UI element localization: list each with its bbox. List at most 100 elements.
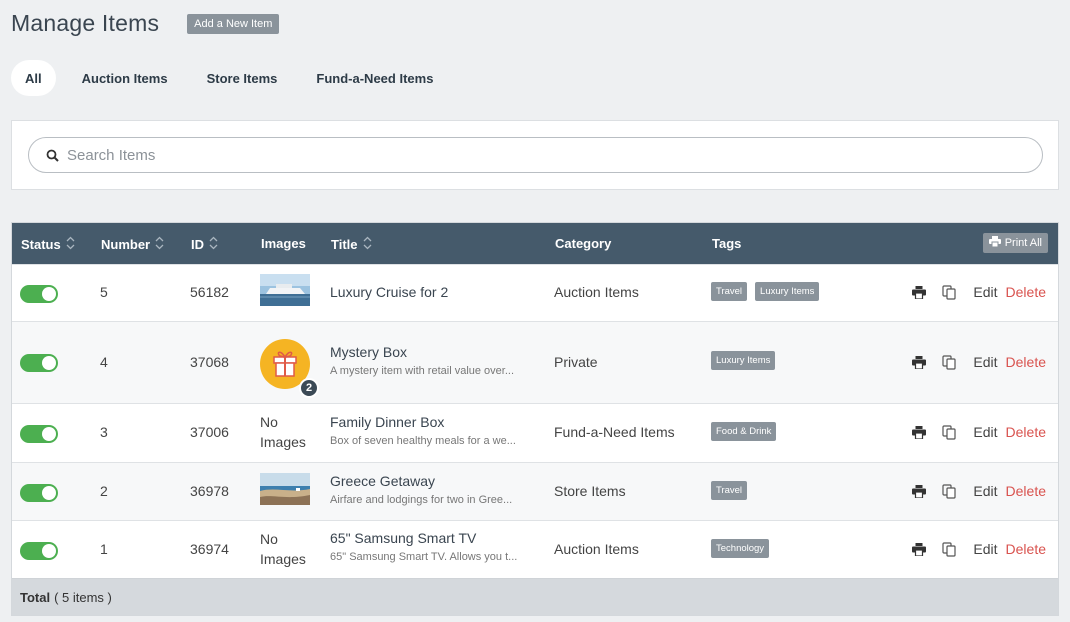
status-toggle[interactable]: [20, 354, 58, 372]
delete-link[interactable]: Delete: [1006, 284, 1046, 300]
duplicate-icon[interactable]: [941, 354, 957, 370]
column-header-label: Category: [555, 236, 612, 251]
sort-icon[interactable]: [66, 236, 75, 253]
item-title[interactable]: 65" Samsung Smart TV 65" Samsung Smart T…: [330, 530, 536, 563]
status-toggle[interactable]: [20, 542, 58, 560]
edit-link[interactable]: Edit: [973, 354, 997, 370]
search-icon: [37, 149, 67, 162]
table-row: 2 36978 Greece Getaway Airfare and lodgi…: [12, 462, 1058, 520]
edit-link[interactable]: Edit: [973, 483, 997, 499]
item-title-text: 65" Samsung Smart TV: [330, 530, 477, 546]
sort-icon[interactable]: [155, 236, 164, 253]
duplicate-icon[interactable]: [941, 284, 957, 300]
search-box[interactable]: [28, 137, 1043, 173]
column-header-label: Number: [101, 237, 151, 252]
print-icon[interactable]: [911, 424, 927, 440]
edit-link[interactable]: Edit: [973, 284, 997, 300]
column-header-number[interactable]: Number: [101, 236, 164, 253]
tab-store-items[interactable]: Store Items: [194, 60, 291, 96]
column-header-tags: Tags: [712, 236, 741, 251]
print-all-button[interactable]: Print All: [982, 233, 1048, 253]
tag-badge: Luxury Items: [711, 351, 776, 370]
tag-badge: Travel: [711, 481, 748, 500]
item-id: 56182: [190, 284, 229, 300]
item-title-text: Greece Getaway: [330, 473, 436, 489]
item-category: Store Items: [554, 483, 626, 499]
column-header-category: Category: [555, 236, 611, 251]
search-input[interactable]: [67, 146, 967, 164]
delete-link[interactable]: Delete: [1006, 483, 1046, 499]
item-tags: Travel Luxury Items: [711, 281, 827, 301]
column-header-label: Status: [21, 237, 61, 252]
duplicate-icon[interactable]: [941, 483, 957, 499]
gift-thumbnail[interactable]: 2: [260, 339, 319, 398]
item-category: Auction Items: [554, 541, 639, 557]
item-tags: Travel: [711, 480, 755, 500]
tag-badge: Travel: [711, 282, 748, 301]
tab-fund-a-need-items[interactable]: Fund-a-Need Items: [303, 60, 446, 96]
duplicate-icon[interactable]: [941, 424, 957, 440]
print-icon[interactable]: [911, 483, 927, 499]
no-images-text: No Images: [260, 414, 306, 450]
item-title[interactable]: Family Dinner Box Box of seven healthy m…: [330, 414, 536, 447]
duplicate-icon[interactable]: [941, 541, 957, 557]
item-number: 2: [100, 483, 108, 499]
column-header-title[interactable]: Title: [331, 236, 372, 253]
item-description: A mystery item with retail value over...: [330, 365, 515, 377]
print-all-label: Print All: [1004, 237, 1042, 249]
delete-link[interactable]: Delete: [1006, 541, 1046, 557]
item-title-text: Mystery Box: [330, 344, 408, 360]
delete-link[interactable]: Delete: [1006, 424, 1046, 440]
status-toggle[interactable]: [20, 285, 58, 303]
item-number: 1: [100, 541, 108, 557]
page-title: Manage Items: [11, 10, 160, 36]
column-header-label: Title: [331, 237, 358, 252]
edit-link[interactable]: Edit: [973, 541, 997, 557]
item-id: 37068: [190, 354, 229, 370]
filter-tabs: All Auction Items Store Items Fund-a-Nee…: [11, 60, 459, 96]
table-footer: Total ( 5 items ): [12, 578, 1058, 615]
no-images-text: No Images: [260, 531, 306, 567]
total-count: ( 5 items ): [54, 589, 112, 605]
print-icon[interactable]: [911, 541, 927, 557]
row-actions: Edit Delete: [911, 424, 1046, 440]
printer-icon: [988, 236, 1001, 250]
tag-badge: Food & Drink: [711, 422, 777, 441]
delete-link[interactable]: Delete: [1006, 354, 1046, 370]
status-toggle[interactable]: [20, 425, 58, 443]
item-category: Auction Items: [554, 284, 639, 300]
sort-icon[interactable]: [209, 236, 218, 253]
column-header-label: Images: [261, 236, 306, 251]
table-row: 3 37006 No Images Family Dinner Box Box …: [12, 403, 1058, 462]
add-new-item-button[interactable]: Add a New Item: [187, 13, 280, 34]
print-icon[interactable]: [911, 354, 927, 370]
greece-thumbnail[interactable]: [260, 473, 310, 505]
column-header-id[interactable]: ID: [191, 236, 218, 253]
tab-auction-items[interactable]: Auction Items: [69, 60, 181, 96]
table-row: 1 36974 No Images 65" Samsung Smart TV 6…: [12, 520, 1058, 578]
tab-all[interactable]: All: [11, 60, 56, 96]
table-row: 5 56182 Luxury Cruise for 2 Auction Item…: [12, 264, 1058, 321]
tag-badge: Technology: [711, 539, 770, 558]
print-icon[interactable]: [911, 284, 927, 300]
item-title[interactable]: Greece Getaway Airfare and lodgings for …: [330, 473, 536, 506]
item-tags: Food & Drink: [711, 421, 784, 441]
item-title[interactable]: Luxury Cruise for 2: [330, 284, 448, 300]
item-tags: Luxury Items: [711, 350, 783, 370]
cruise-thumbnail[interactable]: [260, 274, 310, 306]
status-toggle[interactable]: [20, 484, 58, 502]
item-category: Private: [554, 354, 598, 370]
column-header-status[interactable]: Status: [21, 236, 75, 253]
row-actions: Edit Delete: [911, 483, 1046, 499]
gift-icon: [273, 351, 297, 377]
item-title[interactable]: Mystery Box A mystery item with retail v…: [330, 344, 536, 377]
edit-link[interactable]: Edit: [973, 424, 997, 440]
column-header-label: Tags: [712, 236, 742, 251]
item-description: Airfare and lodgings for two in Gree...: [330, 494, 513, 506]
column-header-images: Images: [261, 236, 306, 251]
sort-icon[interactable]: [363, 236, 372, 253]
item-number: 4: [100, 354, 108, 370]
row-actions: Edit Delete: [911, 541, 1046, 557]
image-count-badge: 2: [299, 378, 319, 398]
table-row: 4 37068 2 Mystery Box A mystery item wit…: [12, 321, 1058, 403]
